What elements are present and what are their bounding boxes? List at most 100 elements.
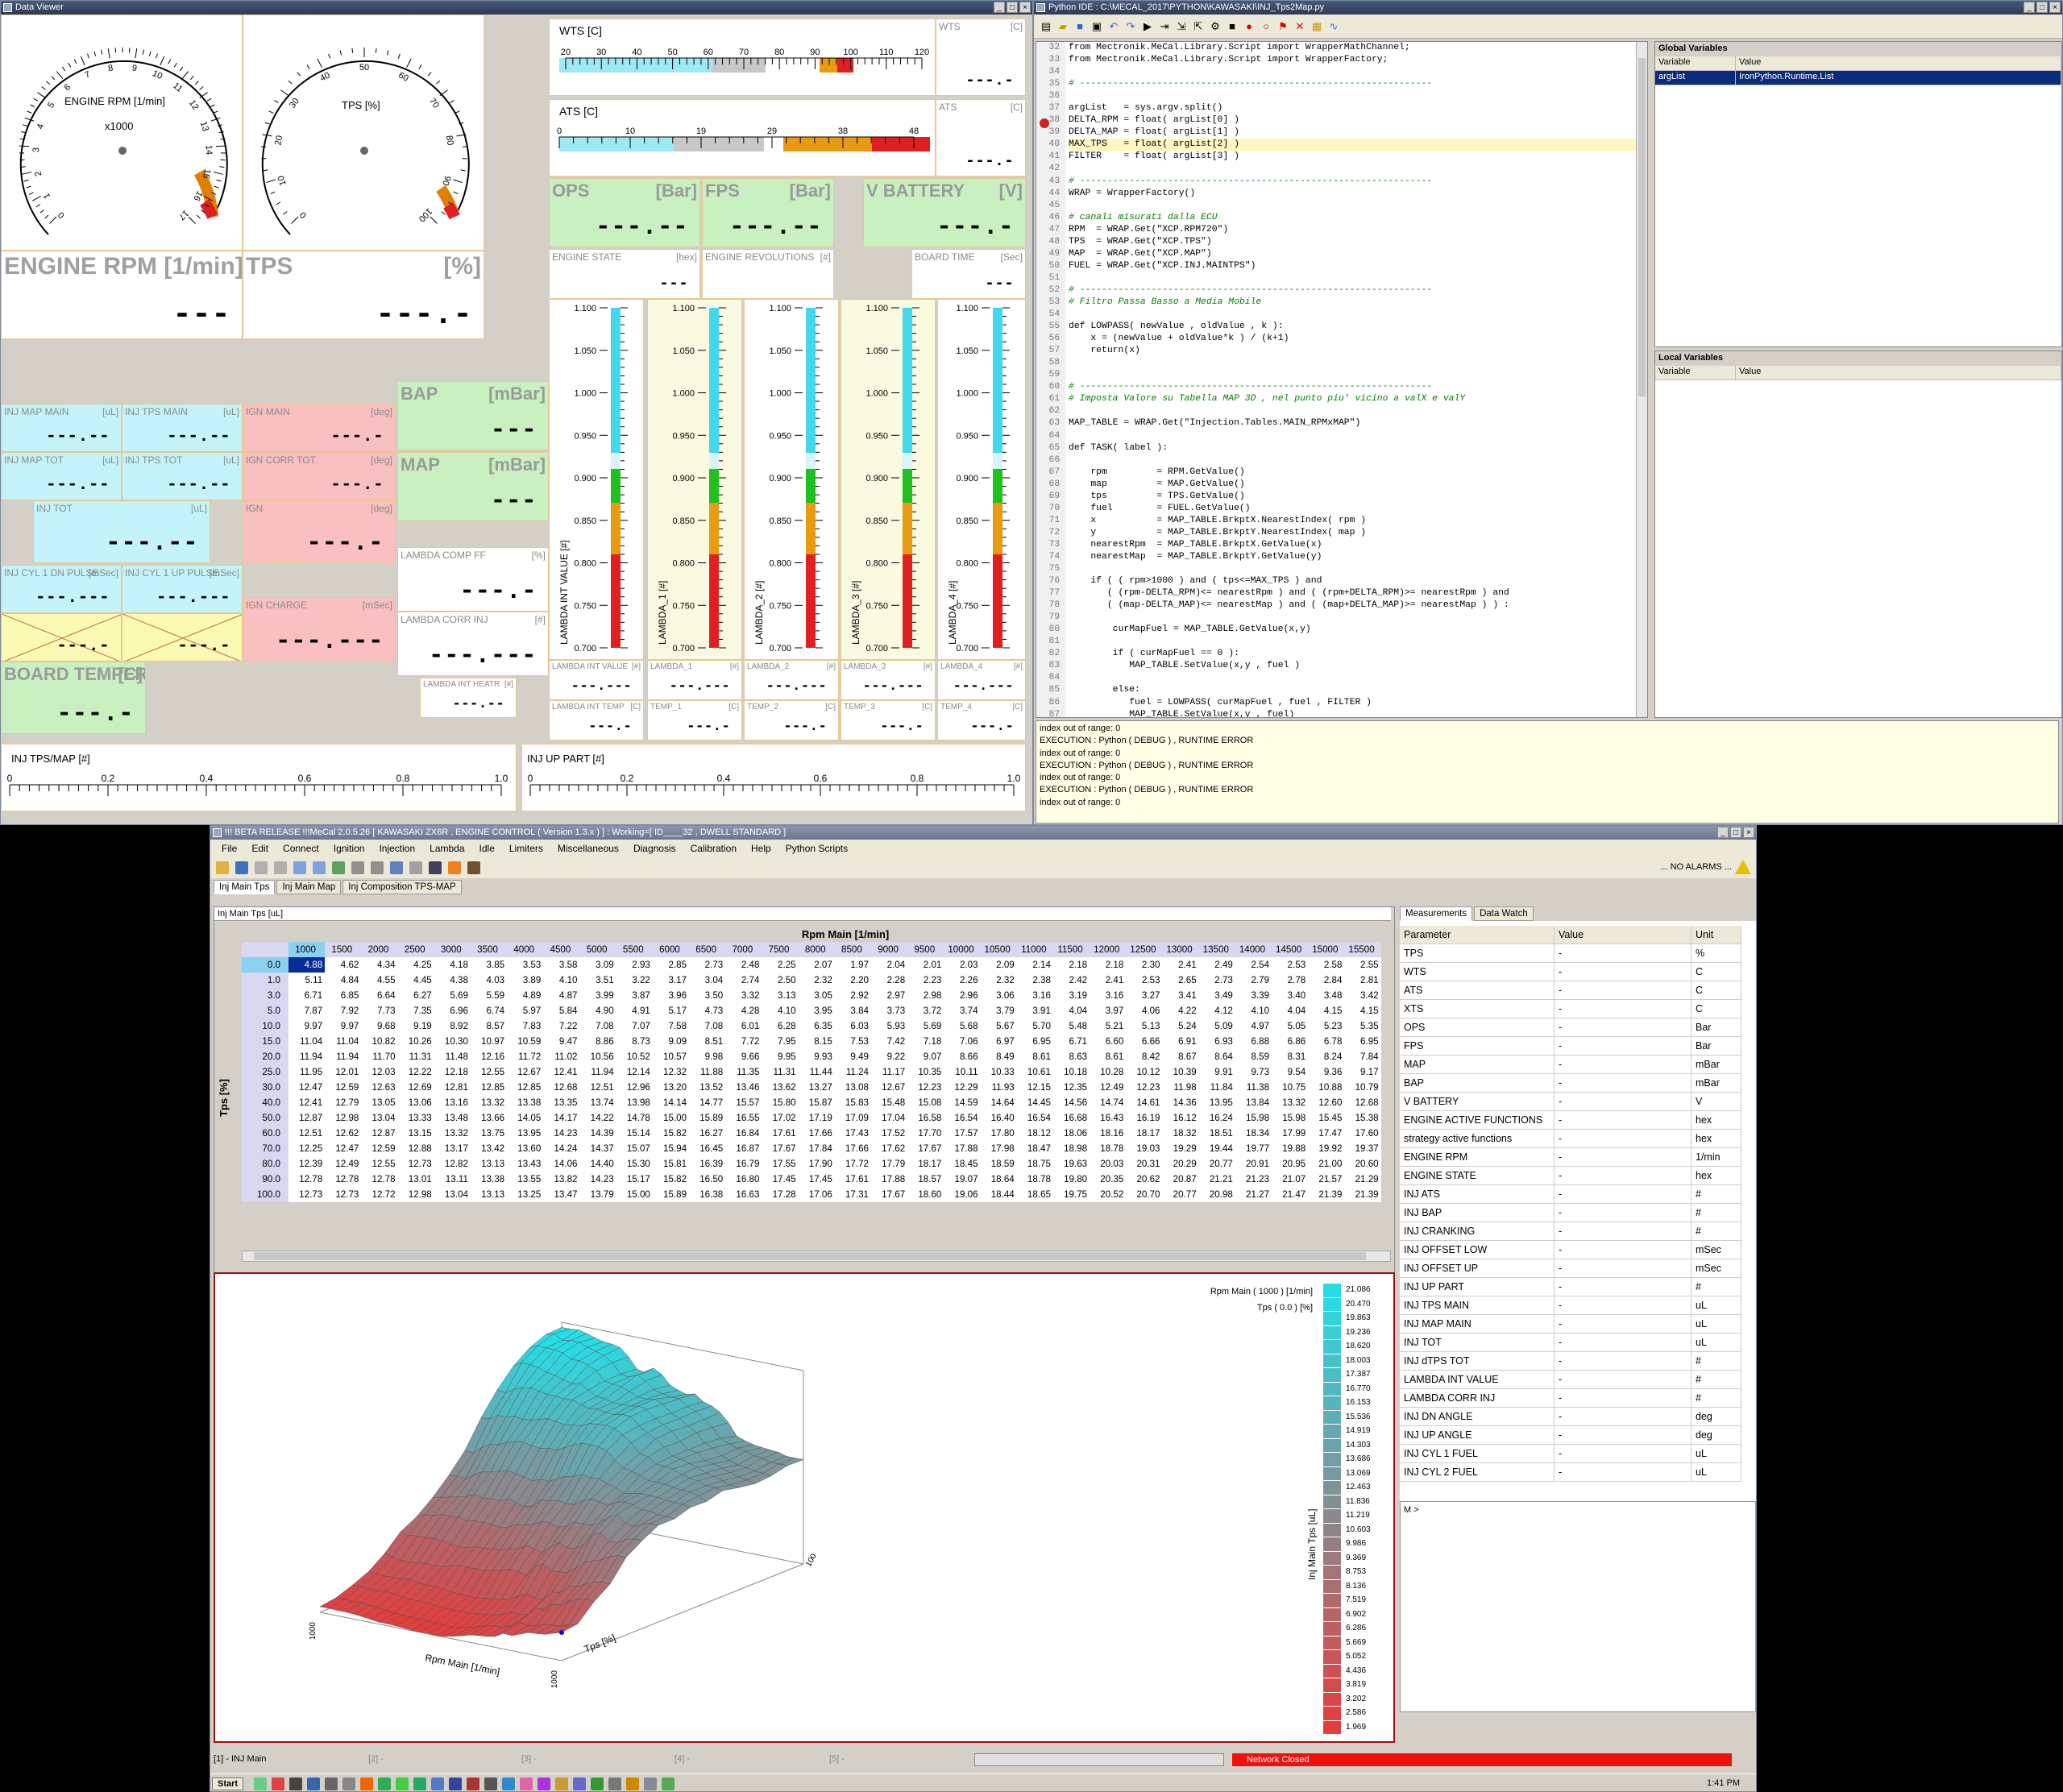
home-icon[interactable] — [467, 861, 480, 874]
code-line[interactable]: from Mectronik.MeCal.Library.Script impo… — [1069, 42, 1647, 54]
taskbar-app-icon[interactable] — [325, 1777, 338, 1790]
maximize-icon[interactable]: □ — [2036, 2, 2048, 13]
table-cell[interactable]: 20.29 — [1163, 1156, 1199, 1172]
table-cell[interactable]: 9.66 — [725, 1049, 762, 1064]
code-line[interactable]: # --------------------------------------… — [1069, 381, 1647, 393]
table-cell[interactable]: 4.10 — [762, 1003, 798, 1018]
table-cell[interactable]: 10.33 — [981, 1064, 1017, 1080]
meas-unit[interactable]: Bar — [1691, 1037, 1741, 1056]
meas-unit[interactable]: 1/min — [1691, 1148, 1741, 1167]
table-cell[interactable]: 12.82 — [434, 1156, 471, 1172]
table-cell[interactable]: 2.74 — [725, 973, 762, 988]
taskbar-app-icon[interactable] — [396, 1777, 409, 1790]
table-cell[interactable]: 11.02 — [543, 1049, 579, 1064]
table-cell[interactable]: 2.03 — [944, 957, 980, 973]
code-line[interactable]: WRAP = WrapperFactory() — [1069, 188, 1647, 200]
table-cell[interactable]: 10.26 — [398, 1034, 434, 1049]
table-cell[interactable]: 6.97 — [981, 1034, 1017, 1049]
table-cell[interactable]: 18.75 — [1017, 1156, 1053, 1172]
table-cell[interactable]: 12.78 — [325, 1172, 361, 1187]
table-cell[interactable]: 17.45 — [762, 1172, 798, 1187]
remove-breakpoints-icon[interactable]: ✕ — [1293, 19, 1307, 34]
table-cell[interactable]: 3.58 — [543, 957, 579, 973]
start-button[interactable]: Start — [212, 1777, 244, 1790]
breakpoint-icon[interactable]: ● — [1242, 19, 1256, 34]
table-cell[interactable]: 13.25 — [507, 1187, 543, 1202]
meas-parameter[interactable]: LAMBDA CORR INJ — [1400, 1389, 1555, 1408]
table-cell[interactable]: 14.61 — [1126, 1095, 1162, 1110]
meas-value[interactable]: - — [1555, 1111, 1691, 1130]
meas-parameter[interactable]: LAMBDA INT VALUE — [1400, 1371, 1555, 1389]
code-line[interactable]: TPS = WRAP.Get("XCP.TPS") — [1069, 236, 1647, 248]
code-line[interactable]: return(x) — [1069, 345, 1647, 357]
tps-breakpoint[interactable]: 40.0 — [242, 1095, 288, 1110]
code-line[interactable] — [1069, 454, 1647, 467]
table-cell[interactable]: 3.40 — [1272, 988, 1308, 1003]
table-cell[interactable]: 12.15 — [1017, 1080, 1053, 1095]
table-cell[interactable]: 14.59 — [944, 1095, 980, 1110]
table-cell[interactable]: 8.61 — [1090, 1049, 1126, 1064]
map-table-grid[interactable]: 1000 1500 2000 2500 3000 3500 4000 4500 5000 5500… — [242, 942, 1381, 1202]
table-cell[interactable]: 13.48 — [434, 1110, 471, 1126]
meas-column-header[interactable]: Value — [1555, 926, 1691, 944]
table-cell[interactable]: 3.09 — [580, 957, 616, 973]
code-line[interactable]: def LOWPASS( newValue , oldValue , k ): — [1069, 321, 1647, 333]
meas-value[interactable]: - — [1555, 1093, 1691, 1111]
table-cell[interactable]: 13.16 — [434, 1095, 471, 1110]
table-cell[interactable]: 3.16 — [1090, 988, 1126, 1003]
code-line[interactable]: FUEL = WRAP.Get("XCP.INJ.MAINTPS") — [1069, 260, 1647, 272]
rpm-breakpoint[interactable]: 13500 — [1198, 942, 1235, 957]
table-cell[interactable]: 3.72 — [907, 1003, 944, 1018]
tool-icon[interactable] — [409, 861, 422, 874]
table-cell[interactable]: 3.53 — [507, 957, 543, 973]
tab-inj-main-tps[interactable]: Inj Main Tps — [214, 880, 276, 894]
table-cell[interactable]: 16.54 — [1017, 1110, 1053, 1126]
menu-help[interactable]: Help — [751, 843, 771, 854]
meas-parameter[interactable]: strategy active functions — [1400, 1130, 1555, 1148]
table-cell[interactable]: 3.51 — [580, 973, 616, 988]
table-cell[interactable]: 4.15 — [1344, 1003, 1380, 1018]
table-cell[interactable]: 6.66 — [1126, 1034, 1162, 1049]
code-line[interactable]: MAP = WRAP.Get("XCP.MAP") — [1069, 248, 1647, 260]
rpm-breakpoint[interactable]: 6000 — [652, 942, 690, 957]
minimize-icon[interactable]: _ — [994, 2, 1005, 13]
tps-breakpoint[interactable]: 1.0 — [242, 973, 288, 988]
table-cell[interactable]: 20.60 — [1344, 1156, 1380, 1172]
table-cell[interactable]: 16.63 — [725, 1187, 762, 1202]
table-cell[interactable]: 9.97 — [325, 1018, 361, 1034]
table-cell[interactable]: 6.95 — [1344, 1034, 1380, 1049]
table-cell[interactable]: 3.91 — [1017, 1003, 1053, 1018]
table-cell[interactable]: 2.53 — [1272, 957, 1308, 973]
table-cell[interactable]: 3.74 — [944, 1003, 980, 1018]
table-cell[interactable]: 15.00 — [616, 1187, 653, 1202]
table-cell[interactable]: 16.39 — [689, 1156, 725, 1172]
table-cell[interactable]: 11.70 — [361, 1049, 397, 1064]
table-cell[interactable]: 17.52 — [871, 1126, 907, 1141]
meas-value[interactable]: - — [1555, 1278, 1691, 1296]
table-cell[interactable]: 13.66 — [471, 1110, 507, 1126]
table-cell[interactable]: 4.97 — [1235, 1018, 1272, 1034]
connect-icon[interactable] — [390, 861, 403, 874]
table-hscroll[interactable] — [242, 1251, 1391, 1262]
meas-unit[interactable]: mBar — [1691, 1074, 1741, 1093]
table-cell[interactable]: 7.95 — [762, 1034, 798, 1049]
code-line[interactable] — [1069, 612, 1647, 624]
tps-breakpoint[interactable]: 90.0 — [242, 1172, 288, 1187]
table-cell[interactable]: 19.37 — [1344, 1141, 1380, 1156]
table-cell[interactable]: 3.95 — [799, 1003, 835, 1018]
table-cell[interactable]: 7.87 — [288, 1003, 325, 1018]
table-cell[interactable]: 8.59 — [1235, 1049, 1272, 1064]
open-folder-icon[interactable]: ▰ — [1056, 19, 1070, 34]
table-cell[interactable]: 17.57 — [944, 1126, 980, 1141]
table-cell[interactable]: 4.06 — [1126, 1003, 1162, 1018]
table-cell[interactable]: 2.81 — [1344, 973, 1380, 988]
table-cell[interactable]: 14.05 — [507, 1110, 543, 1126]
code-line[interactable] — [1069, 90, 1647, 102]
table-cell[interactable]: 8.73 — [616, 1034, 653, 1049]
taskbar-app-icon[interactable] — [413, 1777, 427, 1790]
table-cell[interactable]: 3.32 — [725, 988, 762, 1003]
table-cell[interactable]: 10.79 — [1344, 1080, 1380, 1095]
rpm-breakpoint[interactable]: 14500 — [1272, 942, 1309, 957]
table-cell[interactable]: 3.89 — [507, 973, 543, 988]
meas-unit[interactable]: C — [1691, 963, 1741, 981]
